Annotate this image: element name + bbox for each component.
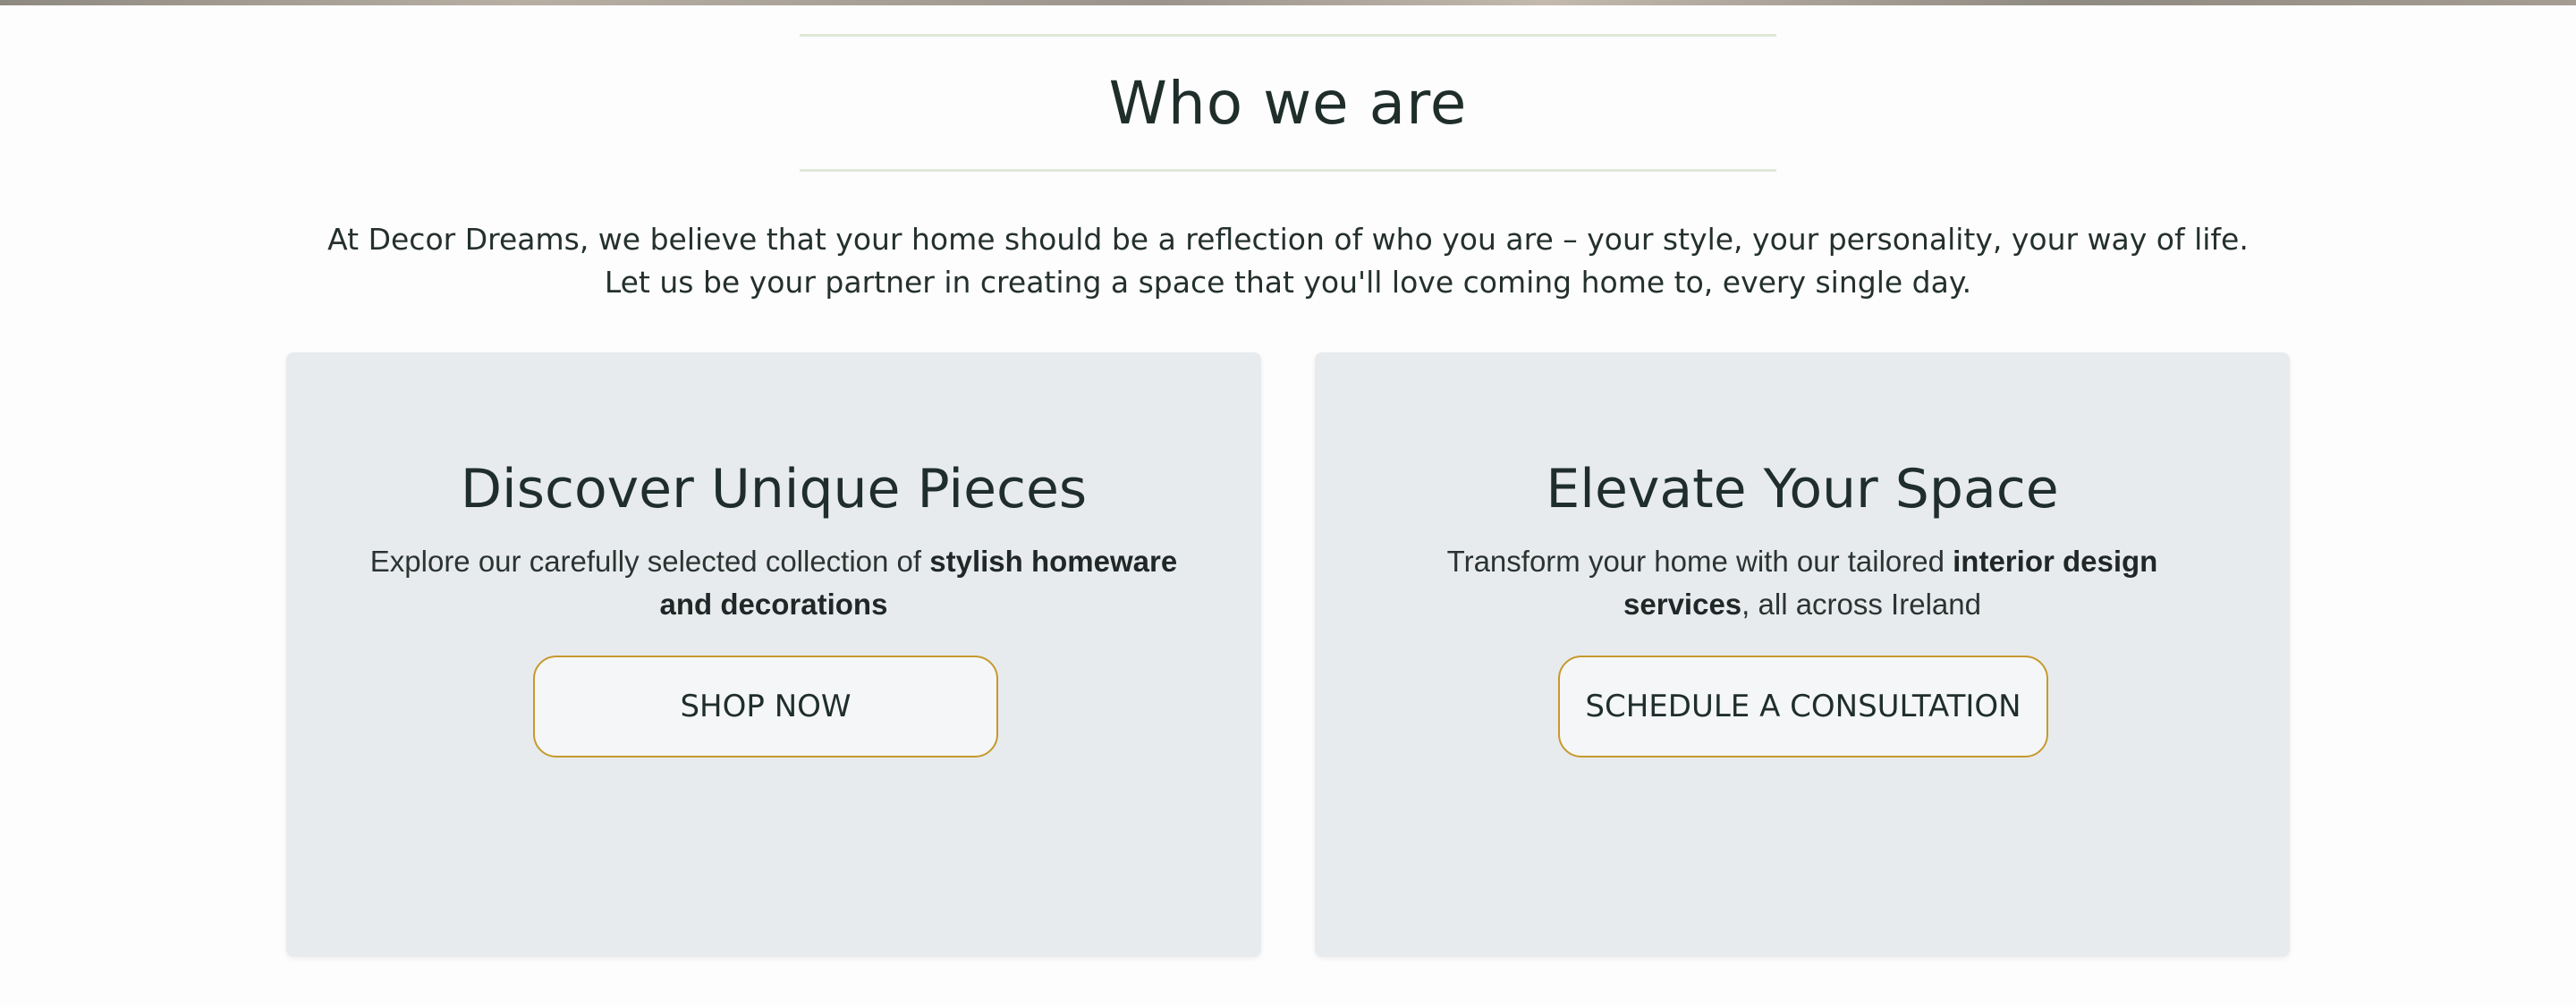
card-text-tail: , all across Ireland	[1741, 588, 1981, 621]
intro-paragraph: At Decor Dreams, we believe that your ho…	[215, 218, 2361, 304]
intro-line-1: At Decor Dreams, we believe that your ho…	[327, 222, 2249, 257]
section-heading: Who we are	[800, 34, 1776, 172]
card-title: Elevate Your Space	[1546, 458, 2059, 520]
card-discover: Discover Unique Pieces Explore our caref…	[286, 352, 1261, 957]
shop-now-button[interactable]: SHOP NOW	[533, 656, 998, 757]
card-text-lead: Transform your home with our tailored	[1446, 545, 1953, 578]
hero-image-edge	[0, 0, 2576, 5]
intro-line-2: Let us be your partner in creating a spa…	[604, 265, 1972, 300]
card-title: Discover Unique Pieces	[460, 458, 1088, 520]
schedule-consultation-button[interactable]: SCHEDULE A CONSULTATION	[1558, 656, 2048, 757]
section-title: Who we are	[1108, 68, 1468, 138]
card-description: Explore our carefully selected collectio…	[367, 540, 1181, 626]
card-description: Transform your home with our tailored in…	[1395, 540, 2209, 626]
card-elevate: Elevate Your Space Transform your home w…	[1315, 352, 2290, 957]
card-text-lead: Explore our carefully selected collectio…	[369, 545, 930, 578]
